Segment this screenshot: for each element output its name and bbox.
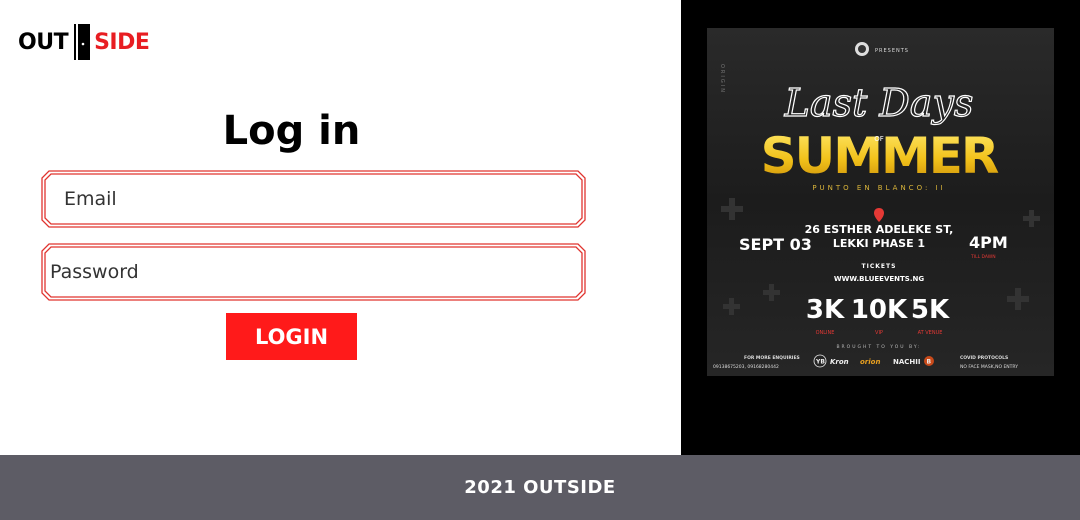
poster-enquiries-numbers: 09138675203, 09168280442 [713, 364, 779, 370]
poster-subtitle: PUNTO EN BLANCO: II [812, 184, 945, 192]
password-field-frame [41, 243, 586, 301]
price-value: 10K [851, 295, 908, 325]
poster-date: SEPT 03 [739, 235, 812, 254]
event-poster: PRESENTS ORIGIN Last Days SUMMER OF PUNT… [707, 28, 1054, 376]
sponsor-logo: Kron [830, 358, 849, 366]
page: OUT SIDE Log in LOGIN [0, 0, 1080, 520]
price-label: AT VENUE [918, 330, 943, 336]
poster-side-text: ORIGIN [719, 64, 725, 94]
poster-prices: 3K ONLINE 10K VIP 5K AT VENUE [806, 295, 950, 336]
poster-website: WWW.BLUEEVENTS.NG [834, 275, 924, 283]
price-label: ONLINE [816, 330, 835, 336]
login-button[interactable]: LOGIN [226, 313, 357, 360]
door-icon [74, 24, 91, 60]
password-input[interactable] [47, 249, 580, 295]
poster-brought-by: BROUGHT TO YOU BY: [836, 344, 921, 350]
sponsor-logo: YB [815, 359, 825, 366]
email-input[interactable] [47, 176, 580, 222]
sponsor-logo: B [927, 359, 932, 366]
poster-presents: PRESENTS [875, 48, 909, 54]
email-field-frame [41, 170, 586, 228]
footer-text: 2021 OUTSIDE [464, 477, 616, 498]
poster-address-line1: 26 ESTHER ADELEKE ST, [805, 223, 954, 236]
poster-enquiries-label: FOR MORE ENQUIRIES [744, 355, 800, 361]
poster-address-line2: LEKKI PHASE 1 [833, 237, 925, 250]
poster-time: 4PM [969, 233, 1008, 252]
logo-text-side: SIDE [94, 29, 150, 55]
brand-logo[interactable]: OUT SIDE [18, 21, 150, 63]
sponsor-logo: orion [860, 358, 880, 366]
price-value: 3K [806, 295, 845, 325]
sponsor-logo: NACHII [893, 358, 920, 366]
poster-art: PRESENTS ORIGIN Last Days SUMMER OF PUNT… [707, 28, 1054, 376]
price-label: VIP [875, 330, 883, 336]
poster-time-sub: TILL DAWN [970, 254, 996, 260]
footer: 2021 OUTSIDE [0, 455, 1080, 520]
login-panel: OUT SIDE Log in LOGIN [0, 0, 681, 455]
poster-script-title: Last Days [784, 81, 974, 125]
poster-covid-text: NO FACE MASK,NO ENTRY [960, 364, 1018, 370]
poster-covid-label: COVID PROTOCOLS [960, 355, 1008, 361]
page-title: Log in [222, 108, 361, 154]
poster-tickets-label: TICKETS [862, 263, 897, 270]
logo-text-out: OUT [18, 29, 69, 55]
price-value: 5K [911, 295, 950, 325]
poster-of: OF [874, 135, 884, 143]
